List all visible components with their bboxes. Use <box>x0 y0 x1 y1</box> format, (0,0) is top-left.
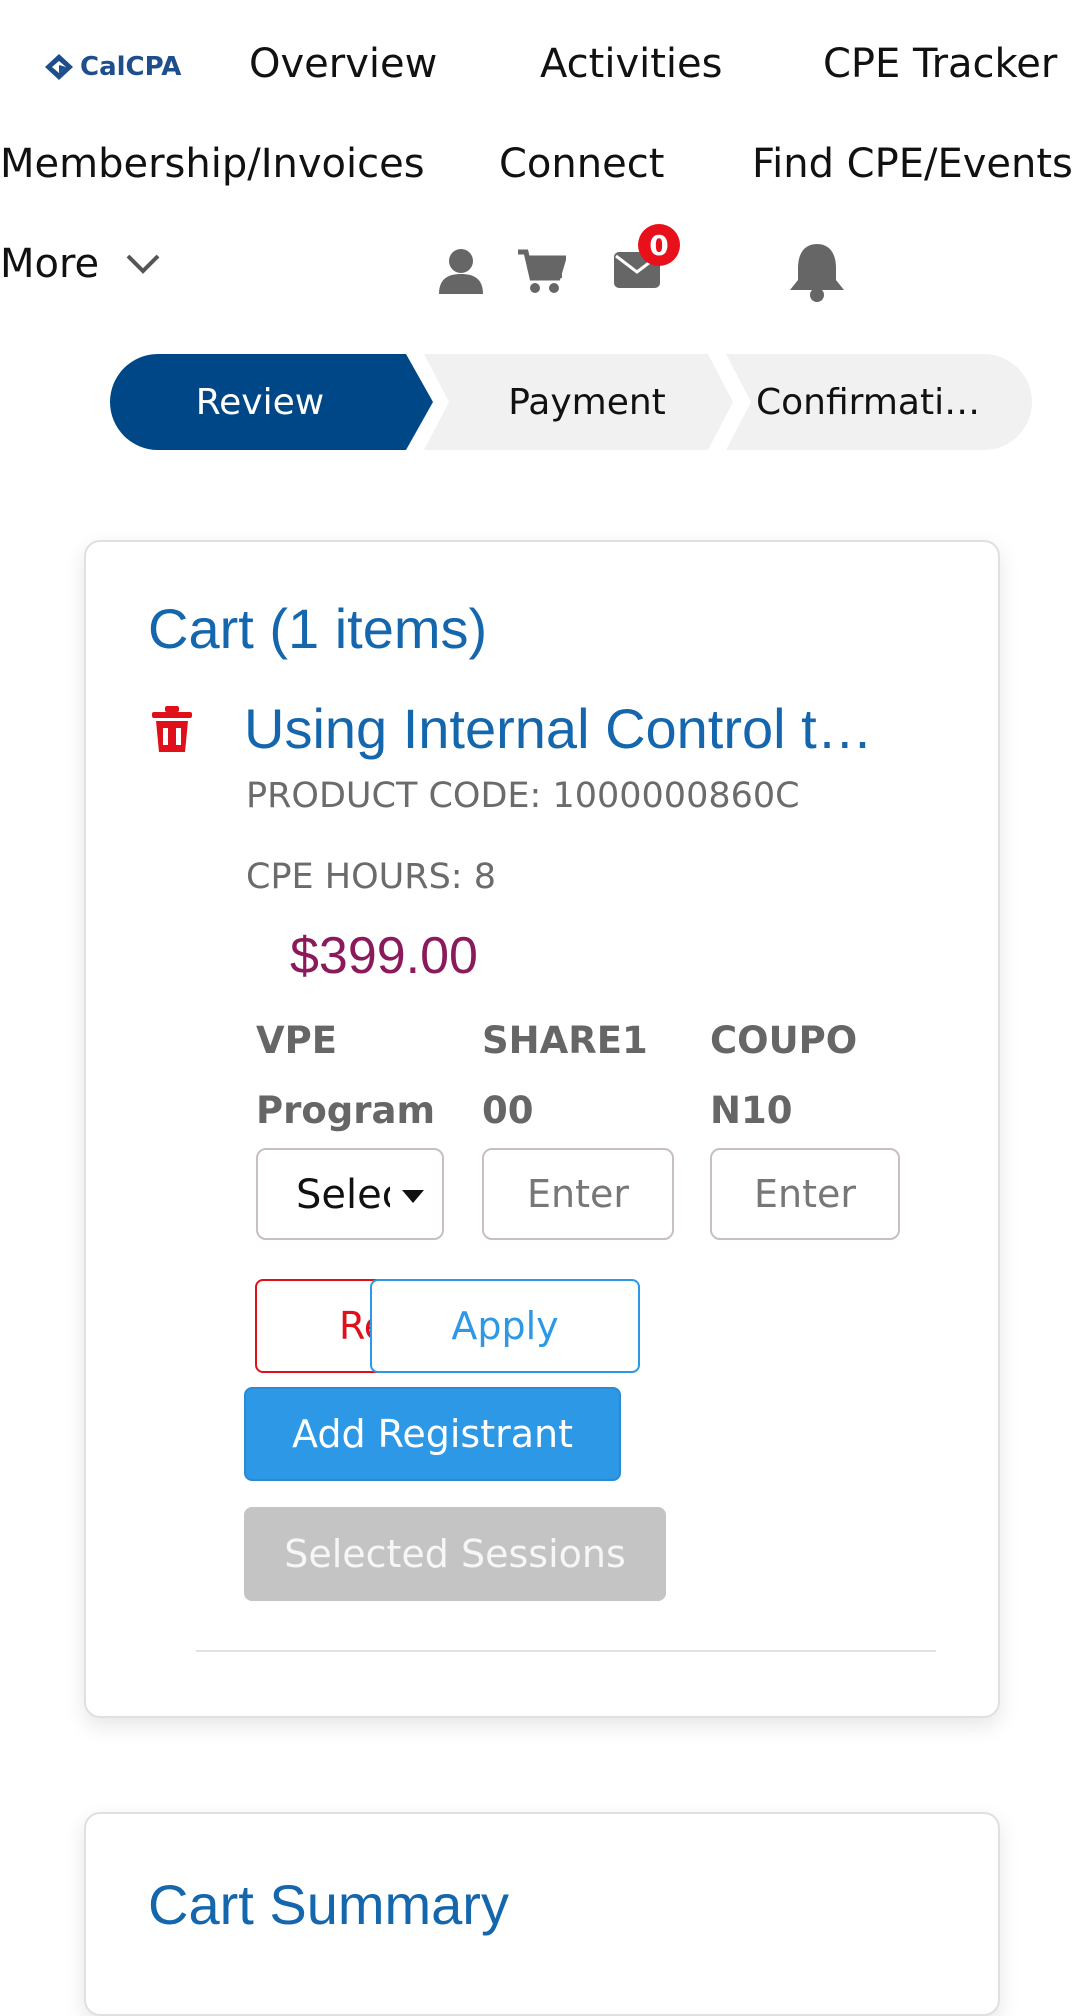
apply-button[interactable]: Apply <box>370 1279 640 1373</box>
calcpa-logo-icon <box>45 54 73 80</box>
share100-label-line1: SHARE1 <box>482 1019 648 1062</box>
vpe-program-label-line1: VPE <box>256 1019 338 1062</box>
vpe-program-select[interactable]: Selec <box>256 1148 444 1240</box>
coupon10-label-line2: N10 <box>710 1089 793 1132</box>
coupon10-label-line1: COUPO <box>710 1019 858 1062</box>
step-confirmation[interactable]: Confirmati… <box>744 354 1020 450</box>
product-title[interactable]: Using Internal Control t… <box>244 696 910 761</box>
vpe-program-select-value: Selec <box>296 1172 390 1218</box>
selected-sessions-button[interactable]: Selected Sessions <box>244 1507 666 1601</box>
product-code: PRODUCT CODE: 1000000860C <box>246 776 800 816</box>
step-payment[interactable]: Payment <box>442 354 732 450</box>
nav-link-membership-invoices[interactable]: Membership/Invoices <box>0 141 425 187</box>
nav-link-connect[interactable]: Connect <box>499 141 664 187</box>
cart-summary-title: Cart Summary <box>148 1873 509 1936</box>
chevron-down-icon <box>126 254 160 274</box>
cart-icon[interactable] <box>516 248 566 294</box>
item-divider <box>196 1650 936 1652</box>
more-menu[interactable]: More <box>0 241 161 287</box>
cart-title: Cart (1 items) <box>148 597 488 660</box>
share100-input-wrapper <box>482 1148 674 1240</box>
nav-link-cpe-tracker[interactable]: CPE Tracker <box>823 41 1057 87</box>
share100-input[interactable] <box>484 1150 672 1238</box>
more-label: More <box>0 241 100 287</box>
product-price: $399.00 <box>290 927 478 985</box>
step-review[interactable]: Review <box>110 354 410 450</box>
vpe-program-label: VPE Program <box>256 1006 456 1146</box>
nav-link-activities[interactable]: Activities <box>540 41 722 87</box>
calcpa-logo[interactable]: CalCPA <box>44 52 181 82</box>
cpe-hours: CPE HOURS: 8 <box>246 857 496 897</box>
user-icon[interactable] <box>437 246 485 296</box>
coupon10-label: COUPO N10 <box>710 1006 910 1146</box>
coupon10-input[interactable] <box>712 1150 898 1238</box>
share100-label-line2: 00 <box>482 1089 534 1132</box>
vpe-program-label-line2: Program <box>256 1089 436 1132</box>
share100-label: SHARE1 00 <box>482 1006 682 1146</box>
nav-link-find-cpe-events[interactable]: Find CPE/Events <box>752 141 1073 187</box>
add-registrant-button[interactable]: Add Registrant <box>244 1387 621 1481</box>
logo-text: CalCPA <box>80 52 182 82</box>
trash-icon[interactable] <box>152 706 192 752</box>
caret-down-icon <box>402 1190 424 1203</box>
nav-link-overview[interactable]: Overview <box>249 41 437 87</box>
bell-icon[interactable] <box>788 240 846 302</box>
mail-count-badge: 0 <box>638 224 680 266</box>
checkout-stepper: Review Payment Confirmati… <box>110 354 1032 450</box>
coupon10-input-wrapper <box>710 1148 900 1240</box>
